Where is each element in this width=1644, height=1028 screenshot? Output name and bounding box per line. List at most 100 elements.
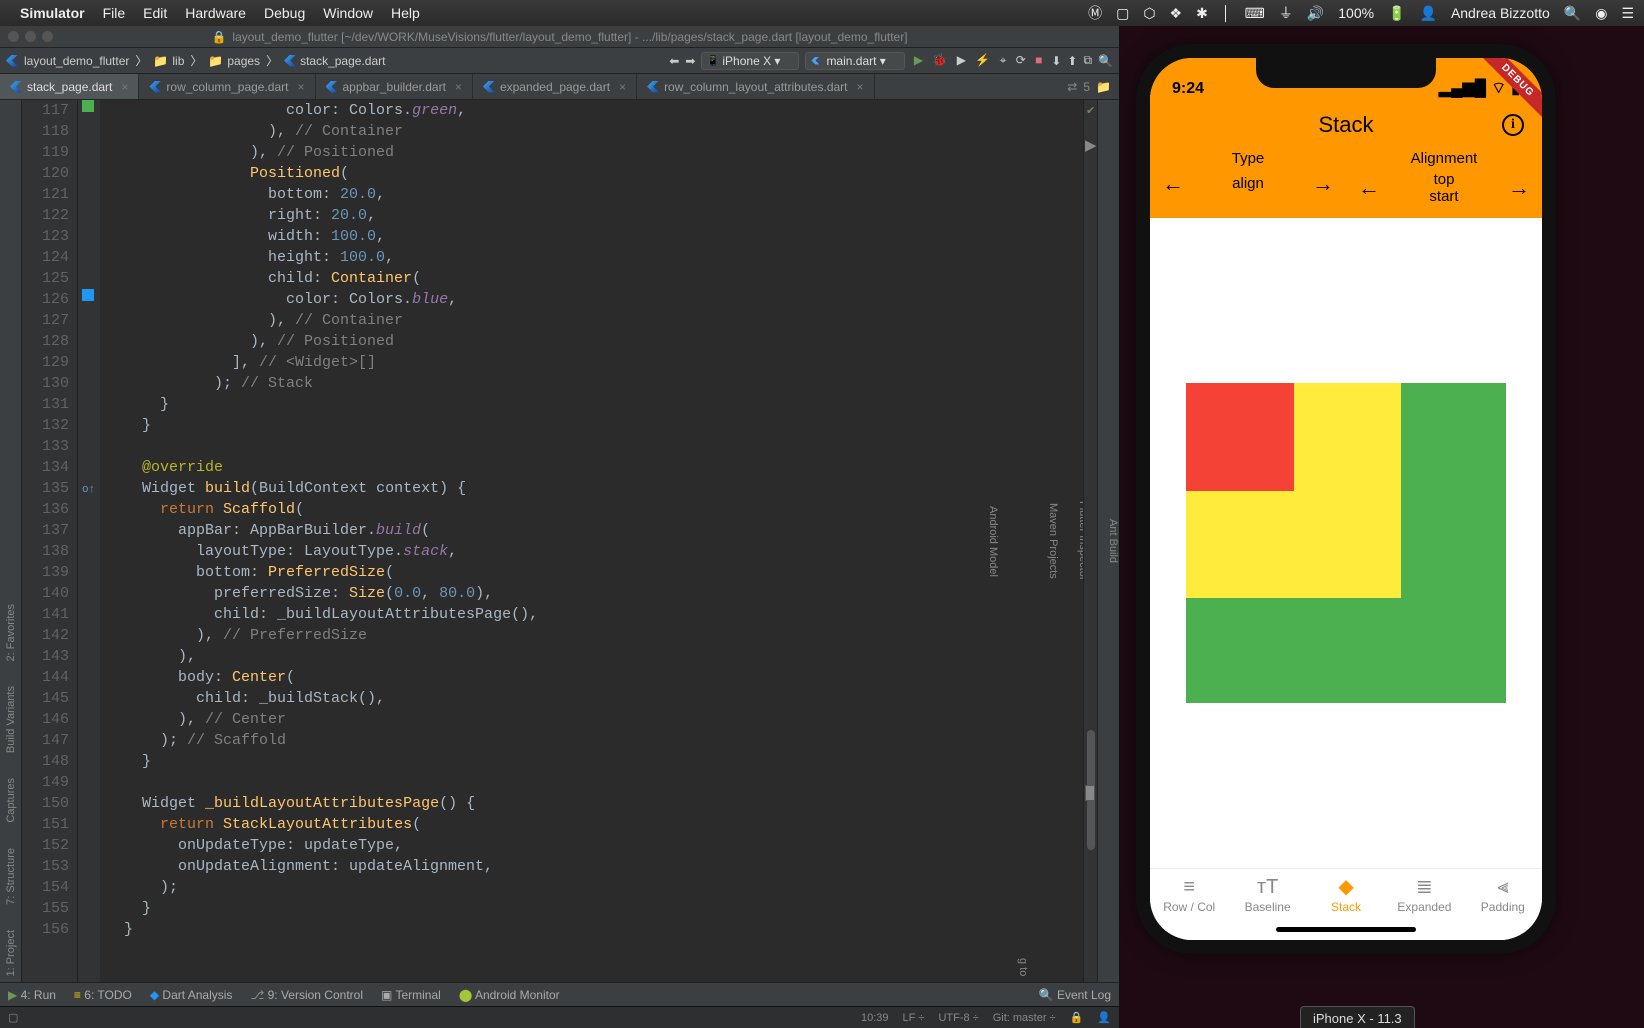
tool-favorites[interactable]: 2: Favorites [5, 604, 17, 661]
flutter-icon [647, 81, 659, 93]
home-indicator[interactable] [1276, 927, 1416, 932]
flutter-icon [149, 81, 161, 93]
devtools-button[interactable]: ⌖ [1000, 53, 1007, 67]
lock-icon[interactable]: 🔒 [1070, 1011, 1084, 1024]
flutter-icon[interactable] [6, 55, 18, 67]
coverage-button[interactable]: ▶ [957, 53, 966, 67]
code-content[interactable]: color: Colors.green, ), // Container ), … [100, 100, 1083, 982]
minimap-icon[interactable] [1085, 785, 1095, 801]
tray-m-icon[interactable]: Ⓜ [1088, 3, 1102, 23]
close-icon[interactable]: × [857, 80, 864, 94]
tray-hex-icon[interactable]: ⬡ [1143, 5, 1155, 22]
menu-debug[interactable]: Debug [264, 5, 305, 21]
close-icon[interactable]: × [619, 80, 626, 94]
scroll-marker-bar[interactable]: ✔ ▶ [1083, 100, 1097, 982]
nav-padding[interactable]: ⫷Padding [1464, 877, 1542, 914]
menu-edit[interactable]: Edit [143, 5, 167, 21]
tray-dropbox-icon[interactable]: ❖ [1170, 5, 1183, 22]
tool-vcs[interactable]: ⎇ 9: Version Control [250, 988, 363, 1002]
tool-todo[interactable]: ≡ 6: TODO [74, 988, 132, 1002]
menu-file[interactable]: File [103, 5, 126, 21]
encoding[interactable]: UTF-8 ÷ [938, 1012, 978, 1024]
crumb-file[interactable]: stack_page.dart [300, 54, 385, 68]
analysis-ok-icon: ✔ [1086, 102, 1095, 123]
nav-expanded[interactable]: ≣Expanded [1385, 877, 1463, 914]
tool-project[interactable]: 1: Project [5, 930, 17, 976]
tool-build-variants[interactable]: Build Variants [5, 686, 17, 753]
crumb-pages[interactable]: pages [227, 54, 260, 68]
tray-gear-icon[interactable]: ✱ [1196, 5, 1208, 22]
statusbar-icon[interactable]: ▢ [8, 1011, 18, 1024]
back-icon[interactable]: ⬅ [669, 54, 679, 68]
tool-structure[interactable]: 7: Structure [5, 848, 17, 905]
iphone-screen[interactable]: DEBUG 9:24 ▂▄▆█ ⌔ ▮ Stack i Type [1150, 58, 1542, 940]
project-name[interactable]: layout_demo_flutter [24, 54, 129, 68]
info-icon[interactable]: i [1502, 114, 1524, 136]
tray-keyboard-icon[interactable]: ⌨ [1245, 5, 1265, 22]
status-time: 9:24 [1172, 80, 1204, 98]
tray-wifi-icon[interactable]: ⏚ [1279, 3, 1293, 23]
tray-volume-icon[interactable]: 🔊 [1307, 5, 1324, 22]
nav-stack[interactable]: ◆Stack [1307, 877, 1385, 914]
tray-list-icon[interactable]: ☰ [1621, 5, 1634, 22]
tab-expanded[interactable]: expanded_page.dart× [473, 74, 637, 99]
device-dropdown[interactable]: iPhone X ▾ [701, 52, 799, 70]
nav-row-col[interactable]: ≡Row / Col [1150, 877, 1228, 914]
right-tool-gutter[interactable]: Ant Build Flutter Inspector Maven Projec… [1097, 100, 1119, 982]
menubar-app-name[interactable]: Simulator [20, 5, 85, 21]
merge-button[interactable]: ⬆ [1067, 54, 1077, 68]
run-button[interactable]: ▶ [914, 53, 923, 67]
tray-user-name[interactable]: Andrea Bizzotto [1451, 5, 1550, 21]
close-icon[interactable]: × [121, 80, 128, 94]
tab-row-col-attrs[interactable]: row_column_layout_attributes.dart× [637, 74, 874, 99]
tray-user-icon[interactable]: 👤 [1420, 5, 1437, 22]
debug-button[interactable]: 🐞 [932, 53, 947, 67]
tray-search-icon[interactable]: 🔍 [1564, 5, 1581, 22]
baseline-icon: ᴛT [1257, 877, 1278, 897]
tray-siri-icon[interactable]: ◉ [1595, 5, 1607, 22]
vcs-button[interactable]: ⬇ [1051, 54, 1061, 68]
tray-video-icon[interactable]: ▢ [1116, 5, 1129, 22]
crumb-lib[interactable]: lib [172, 54, 184, 68]
hot-reload-button[interactable]: ⚡ [975, 53, 990, 67]
git-branch[interactable]: Git: master ÷ [993, 1012, 1056, 1024]
tab-stack-page[interactable]: stack_page.dart× [0, 74, 139, 99]
restart-button[interactable]: ⟳ [1016, 53, 1026, 67]
fwd-icon[interactable]: ➡ [685, 54, 695, 68]
tool-dart-analysis[interactable]: ◆ Dart Analysis [150, 988, 233, 1002]
type-prev-button[interactable]: ← [1162, 171, 1184, 197]
menu-window[interactable]: Window [323, 5, 373, 21]
event-log[interactable]: 🔍 Event Log [1039, 988, 1111, 1002]
tool-terminal[interactable]: ▣ Terminal [381, 988, 441, 1002]
chevron-right-icon: 〉 [266, 52, 278, 69]
tool-ant-build[interactable]: Ant Build [1107, 519, 1119, 563]
align-next-button[interactable]: → [1508, 175, 1530, 201]
tool-run[interactable]: ▶ 4: Run [8, 988, 56, 1002]
hierarchy-button[interactable]: ⧉ [1083, 53, 1092, 68]
type-next-button[interactable]: → [1312, 171, 1334, 197]
tab-row-column[interactable]: row_column_page.dart× [139, 74, 315, 99]
nav-baseline[interactable]: ᴛTBaseline [1228, 877, 1306, 914]
stack-demo [1186, 383, 1506, 703]
close-icon[interactable]: × [455, 80, 462, 94]
window-controls[interactable] [8, 31, 53, 42]
hat-icon[interactable]: 👤 [1097, 1011, 1111, 1024]
tray-battery-icon[interactable]: 🔋 [1388, 5, 1405, 22]
menu-hardware[interactable]: Hardware [185, 5, 246, 21]
run-config-dropdown[interactable]: main.dart ▾ [805, 52, 904, 70]
align-prev-button[interactable]: ← [1358, 175, 1380, 201]
tab-arrows[interactable]: ⇄5📁 [1059, 74, 1119, 99]
menu-help[interactable]: Help [391, 5, 420, 21]
tab-appbar-builder[interactable]: appbar_builder.dart× [316, 74, 473, 99]
tool-android-monitor[interactable]: ⬤ Android Monitor [459, 988, 560, 1002]
line-sep[interactable]: LF ÷ [903, 1012, 925, 1024]
tool-captures[interactable]: Captures [5, 778, 17, 823]
search-icon[interactable]: 🔍 [1098, 54, 1113, 68]
left-tool-gutter[interactable]: 2: Favorites Build Variants Captures 7: … [0, 100, 22, 982]
folder-icon[interactable]: 📁 [1096, 80, 1111, 94]
nav-play-icon[interactable]: ▶ [1085, 136, 1097, 157]
code-editor[interactable]: 117 118 119 120 121 122 123 124 125 126 … [22, 100, 1097, 982]
rows-icon: ≡ [1183, 877, 1195, 897]
stop-button[interactable]: ■ [1035, 53, 1042, 67]
close-icon[interactable]: × [297, 80, 304, 94]
